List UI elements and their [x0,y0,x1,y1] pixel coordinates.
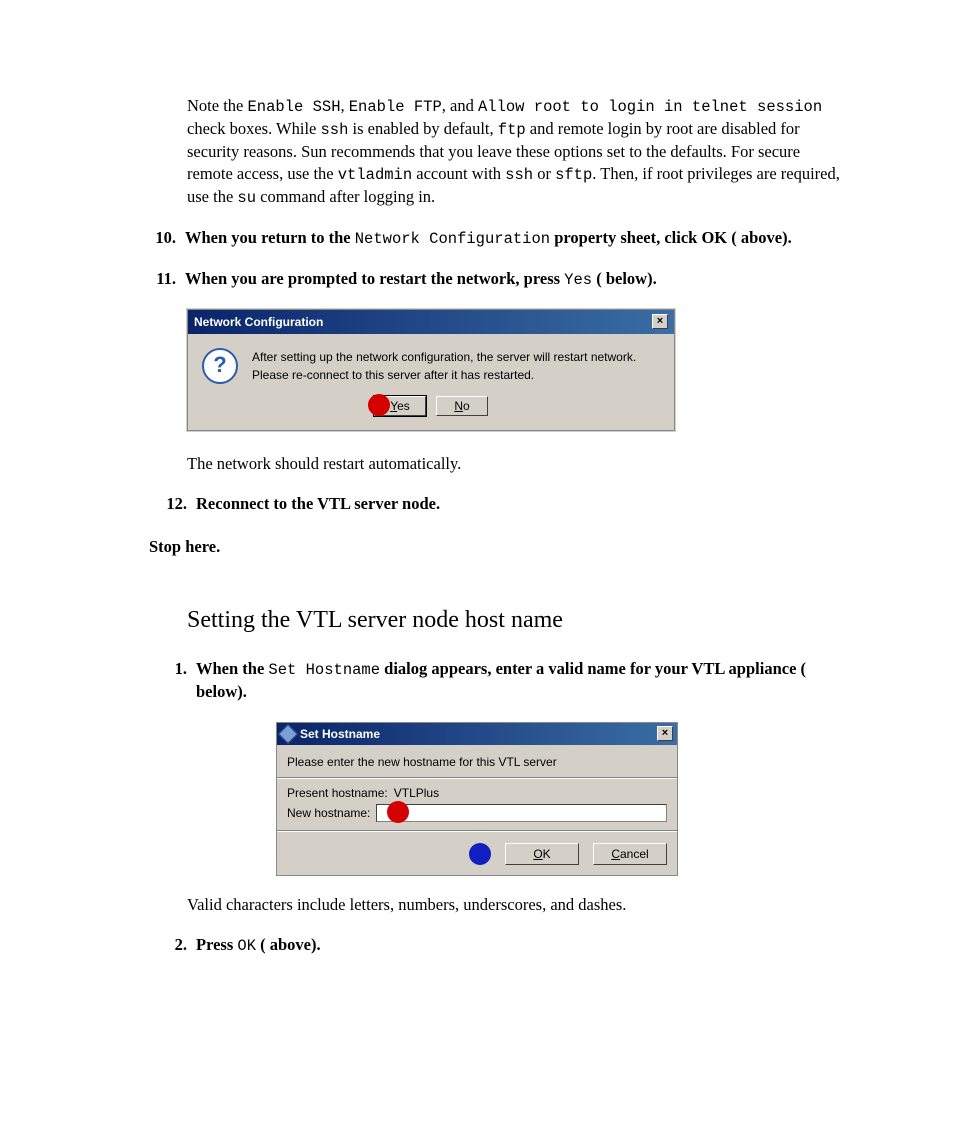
new-hostname-input[interactable] [376,804,667,822]
dialog-body: After setting up the network configurati… [188,334,674,430]
network-configuration-dialog: Network Configuration × After setting up… [187,309,675,431]
text: command after logging in. [256,187,435,206]
text: is enabled by default, [348,119,497,138]
text: Press [196,935,237,954]
text-after-dialog2: Valid characters include letters, number… [187,894,847,916]
text: When you return to the [185,228,355,247]
dialog-title: Set Hostname [300,727,380,741]
cancel-button[interactable]: Cancel [593,843,667,865]
no-button[interactable]: No [436,396,488,416]
dialog-instruction: Please enter the new hostname for this V… [287,753,667,777]
code-ssh2: ssh [505,166,533,184]
code-ssh: ssh [320,121,348,139]
step-number: 10. [142,227,176,249]
text: When you are prompted to restart the net… [185,269,564,288]
present-hostname-value: VTLPlus [394,786,439,800]
code-allow-root: Allow root to login in telnet session [478,98,822,116]
intro-paragraph: Note the Enable SSH, Enable FTP, and All… [187,95,847,209]
text: property sheet, click OK ( above). [550,228,792,247]
new-hostname-label: New hostname: [287,806,370,820]
ok-button[interactable]: OK [505,843,579,865]
step-10: 10. When you return to the Network Config… [142,227,847,250]
code-network-configuration: Network Configuration [355,230,550,248]
set-hostname-dialog: Set Hostname × Please enter the new host… [276,722,678,876]
step-11: 11. When you are prompted to restart the … [142,268,847,291]
close-button[interactable]: × [652,314,668,329]
dialog-body: Please enter the new hostname for this V… [277,745,677,875]
new-hostname-row: New hostname: [287,804,667,822]
text: When the [196,659,268,678]
code-sftp: sftp [555,166,592,184]
code-vtladmin: vtladmin [338,166,412,184]
dialog-message-line2: Please re-connect to this server after i… [252,366,636,384]
code-enable-ftp: Enable FTP [349,98,442,116]
text: ( above). [256,935,321,954]
code-su: su [237,189,256,207]
stop-here: Stop here. [149,537,847,557]
dialog-button-row: Yes No [202,396,660,416]
code-enable-ssh: Enable SSH [247,98,340,116]
dialog-message-line1: After setting up the network configurati… [252,348,636,366]
dialog-title: Network Configuration [194,315,323,329]
question-icon [202,348,238,384]
callout-red-dot [387,801,409,823]
close-button[interactable]: × [657,726,673,741]
app-icon [278,724,298,744]
page: Note the Enable SSH, Enable FTP, and All… [0,0,954,1145]
ok-rest: K [543,847,551,861]
code-yes: Yes [564,271,592,289]
sec2-step-2: 2. Press OK ( above). [153,934,847,957]
step-number: 2. [153,934,187,956]
callout-red-dot [368,394,390,416]
code-set-hostname: Set Hostname [268,661,380,679]
code-ftp: ftp [498,121,526,139]
separator [277,777,677,778]
text: Reconnect to the VTL server node. [196,494,440,513]
step-number: 1. [153,658,187,680]
text: , and [442,96,478,115]
callout-blue-dot [469,843,491,865]
text: Note the [187,96,247,115]
step-number: 11. [142,268,176,290]
text-after-dialog1: The network should restart automatically… [187,453,847,475]
section-title-setting-hostname: Setting the VTL server node host name [187,607,847,634]
dialog-message: After setting up the network configurati… [252,348,636,384]
text: account with [412,164,505,183]
text: or [533,164,555,183]
text: ( below). [592,269,657,288]
step-number: 12. [153,493,187,515]
dialog-titlebar: Network Configuration × [188,310,674,334]
text: check boxes. While [187,119,320,138]
present-hostname-row: Present hostname: VTLPlus [287,786,667,800]
dialog-titlebar: Set Hostname × [277,723,677,745]
code-ok: OK [237,937,256,955]
step-12: 12. Reconnect to the VTL server node. [153,493,847,515]
separator [277,830,677,831]
dialog-button-row: OK Cancel [287,843,667,865]
sec2-step-1: 1.When the Set Hostname dialog appears, … [153,658,847,703]
present-hostname-label: Present hostname: [287,786,388,800]
text: , [341,96,349,115]
